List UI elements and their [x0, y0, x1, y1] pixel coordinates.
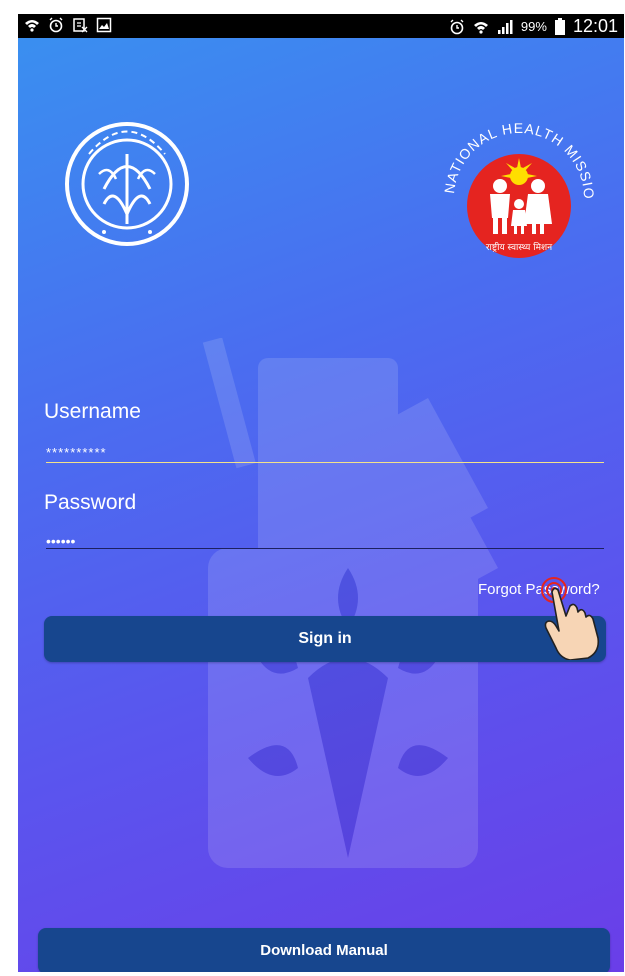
up-government-emblem-logo [65, 122, 189, 246]
sign-in-button[interactable]: Sign in [44, 616, 606, 662]
screenshot-frame: 99% 12:01 NATIONAL HEALTH MISSIO राष्ट्र… [0, 0, 625, 976]
status-left-icons [24, 17, 112, 33]
password-input[interactable]: •••••• [46, 533, 75, 549]
status-bar: 99% 12:01 [18, 14, 624, 38]
clipboard-icon [73, 18, 88, 33]
alarm-icon [49, 17, 63, 33]
username-label: Username [44, 400, 141, 423]
national-health-mission-logo: NATIONAL HEALTH MISSION राष्ट्रीय स्वास्… [432, 93, 600, 266]
alarm-icon [450, 19, 464, 34]
wifi-icon [25, 20, 39, 32]
image-icon [96, 17, 112, 33]
battery-icon [554, 18, 565, 35]
password-label: Password [44, 491, 137, 514]
download-manual-button[interactable]: Download Manual [38, 928, 610, 972]
signal-icon [497, 19, 513, 34]
username-input[interactable]: ********** [46, 445, 107, 460]
nhm-subtitle: राष्ट्रीय स्वास्थ्य मिशन [486, 241, 553, 253]
phone-screen: 99% 12:01 NATIONAL HEALTH MISSIO राष्ट्र… [18, 14, 624, 972]
battery-percent: 99% [520, 19, 547, 34]
login-screen: NATIONAL HEALTH MISSION राष्ट्रीय स्वास्… [18, 38, 624, 972]
clock: 12:01 [572, 16, 618, 36]
password-underline [46, 548, 604, 549]
tap-hand-icon [541, 577, 600, 660]
username-underline [46, 462, 604, 463]
wifi-icon [473, 21, 488, 34]
status-right: 99% 12:01 [449, 16, 618, 37]
